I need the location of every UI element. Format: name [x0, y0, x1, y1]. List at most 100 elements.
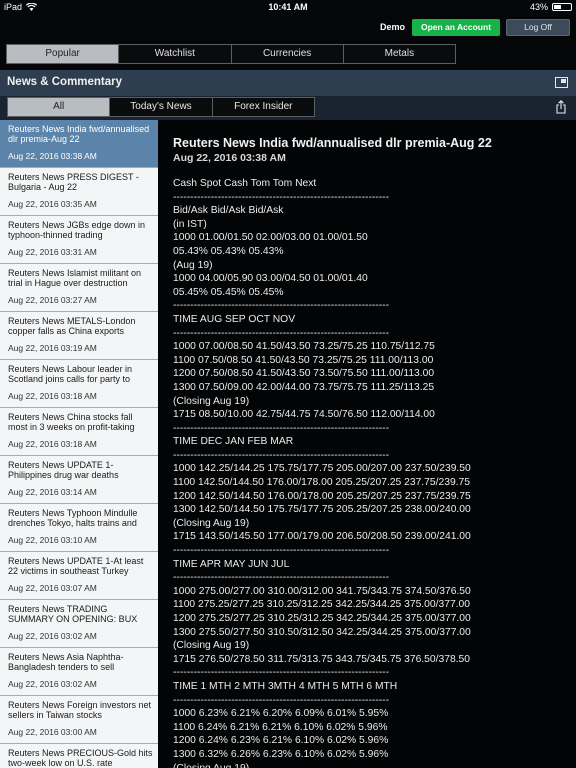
- article-line: 05.43% 05.43% 05.43%: [173, 245, 284, 257]
- list-item[interactable]: Reuters News PRESS DIGEST - Bulgaria - A…: [0, 168, 158, 216]
- article-line: TIME DEC JAN FEB MAR: [173, 436, 294, 448]
- tab-watchlist[interactable]: Watchlist: [119, 45, 232, 63]
- article-line: 1200 275.25/277.25 310.25/312.25 342.25/…: [173, 613, 471, 624]
- list-item[interactable]: Reuters News India fwd/annualised dlr pr…: [0, 120, 158, 168]
- article-line: Cash Spot Cash Tom Tom Next: [173, 178, 317, 189]
- list-item-headline: Reuters News Islamist militant on trial …: [8, 268, 142, 288]
- article-line: 1100 142.50/144.50 176.00/178.00 205.25/…: [173, 477, 470, 489]
- article-line: (Closing Aug 19): [173, 762, 576, 768]
- article-line: 1300 275.50/277.50 310.50/312.50 342.25/…: [173, 626, 471, 638]
- log-off-button[interactable]: Log Off: [506, 19, 570, 36]
- list-item-headline: Reuters News TRADING SUMMARY ON OPENING:…: [8, 604, 138, 624]
- article-line: TIME APR MAY JUN JUL: [173, 558, 290, 570]
- article-line: 1300 07.50/09.00 42.00/44.00 73.75/75.75…: [173, 381, 435, 393]
- article-line: ----------------------------------------…: [173, 191, 390, 203]
- list-item-headline: Reuters News PRESS DIGEST - Bulgaria - A…: [8, 172, 139, 192]
- article-line: ----------------------------------------…: [173, 300, 390, 312]
- open-account-button[interactable]: Open an Account: [412, 19, 500, 36]
- article-title: Reuters News India fwd/annualised dlr pr…: [173, 136, 492, 150]
- battery-fill: [554, 5, 561, 9]
- article-line: 1100 6.24% 6.21% 6.21% 6.10% 6.02% 5.96%: [173, 721, 388, 733]
- article-line: (in IST): [173, 218, 207, 230]
- list-item-date: Aug 22, 2016 03:18 AM: [8, 391, 97, 401]
- list-item[interactable]: Reuters News Islamist militant on trial …: [0, 264, 158, 312]
- article-date: Aug 22, 2016 03:38 AM: [173, 152, 286, 164]
- list-item-date: Aug 22, 2016 03:38 AM: [8, 151, 97, 161]
- article-line: 1200 142.50/144.50 176.00/178.00 205.25/…: [173, 490, 471, 502]
- article-line: ----------------------------------------…: [173, 327, 390, 339]
- list-item-headline: Reuters News Labour leader in Scotland j…: [8, 364, 133, 384]
- article-line: 1000 6.23% 6.21% 6.20% 6.09% 6.01% 5.95%: [173, 708, 389, 720]
- list-item-date: Aug 22, 2016 03:07 AM: [8, 583, 97, 593]
- news-title: News & Commentary: [7, 76, 123, 88]
- demo-label: Demo: [379, 22, 405, 32]
- article-line: (Closing Aug 19): [173, 640, 250, 652]
- article-body: Cash Spot Cash Tom Tom Next -------------…: [173, 177, 576, 768]
- list-item-headline: Reuters News PRECIOUS-Gold hits two-week…: [8, 748, 153, 768]
- news-header: News & Commentary: [0, 70, 576, 96]
- article-line: 1200 07.50/08.50 41.50/43.50 73.50/75.50…: [173, 368, 435, 380]
- list-item-date: Aug 22, 2016 03:10 AM: [8, 535, 97, 545]
- list-item[interactable]: Reuters News Foreign investors net selle…: [0, 696, 158, 744]
- list-item[interactable]: Reuters News Asia Naphtha-Bangladesh ten…: [0, 648, 158, 696]
- article-line: 1715 276.50/278.50 311.75/313.75 343.75/…: [173, 653, 470, 665]
- article-line: 1715 143.50/145.50 177.00/179.00 206.50/…: [173, 531, 471, 543]
- news-list[interactable]: Reuters News India fwd/annualised dlr pr…: [0, 120, 158, 768]
- battery-icon: [552, 3, 572, 11]
- list-item-headline: Reuters News Foreign investors net selle…: [8, 700, 152, 720]
- battery-percent: 43%: [529, 2, 548, 12]
- article-line: ----------------------------------------…: [173, 422, 390, 434]
- list-item-headline: Reuters News China stocks fall most in 3…: [8, 412, 135, 432]
- tab-currencies[interactable]: Currencies: [231, 45, 344, 63]
- list-item-headline: Reuters News METALS-London copper falls …: [8, 316, 136, 336]
- list-item-headline: Reuters News India fwd/annualised dlr pr…: [8, 124, 150, 144]
- list-item-headline: Reuters News Typhoon Mindulle drenches T…: [8, 508, 138, 528]
- list-item[interactable]: Reuters News Labour leader in Scotland j…: [0, 360, 158, 408]
- list-item[interactable]: Reuters News Typhoon Mindulle drenches T…: [0, 504, 158, 552]
- tab-metals[interactable]: Metals: [343, 45, 455, 63]
- list-item[interactable]: Reuters News China stocks fall most in 3…: [0, 408, 158, 456]
- list-item[interactable]: Reuters News PRECIOUS-Gold hits two-week…: [0, 744, 158, 768]
- article-line: 1715 08.50/10.00 42.75/44.75 74.50/76.50…: [173, 409, 435, 421]
- list-item-date: Aug 22, 2016 03:35 AM: [8, 199, 97, 209]
- article-line: 1200 6.24% 6.23% 6.21% 6.10% 6.02% 5.96%: [173, 735, 389, 747]
- panel-toggle-icon[interactable]: [555, 77, 568, 88]
- tab-all[interactable]: All: [8, 98, 111, 116]
- article-line: ----------------------------------------…: [173, 667, 390, 679]
- list-item[interactable]: Reuters News METALS-London copper falls …: [0, 312, 158, 360]
- list-item-date: Aug 22, 2016 03:02 AM: [8, 679, 97, 689]
- list-item-date: Aug 22, 2016 03:00 AM: [8, 727, 97, 737]
- list-item[interactable]: Reuters News JGBs edge down in typhoon-t…: [0, 216, 158, 264]
- list-item-headline: Reuters News JGBs edge down in typhoon-t…: [8, 220, 146, 240]
- article-line: 1000 142.25/144.25 175.75/177.75 205.00/…: [173, 463, 471, 475]
- list-item-headline: Reuters News Asia Naphtha-Bangladesh ten…: [8, 652, 124, 672]
- list-item-headline: Reuters News UPDATE 1-Philippines drug w…: [8, 460, 119, 480]
- article-line: 1100 275.25/277.25 310.25/312.25 342.25/…: [173, 599, 470, 611]
- list-item[interactable]: Reuters News UPDATE 1-Philippines drug w…: [0, 456, 158, 504]
- article-line: TIME AUG SEP OCT NOV: [173, 313, 296, 325]
- tab-popular[interactable]: Popular: [7, 45, 120, 63]
- article-line: (Closing Aug 19): [173, 517, 250, 529]
- article-pane: Reuters News India fwd/annualised dlr pr…: [158, 120, 576, 768]
- article-line: ----------------------------------------…: [173, 449, 390, 461]
- article-line: Bid/Ask Bid/Ask Bid/Ask: [173, 205, 284, 217]
- list-item-date: Aug 22, 2016 03:02 AM: [8, 631, 97, 641]
- article-line: 1300 6.32% 6.26% 6.23% 6.10% 6.02% 5.96%: [173, 748, 389, 760]
- article-line: 1100 07.50/08.50 41.50/43.50 73.25/75.25…: [173, 354, 434, 366]
- list-item-headline: Reuters News UPDATE 1-At least 22 victim…: [8, 556, 144, 576]
- article-line: 05.45% 05.45% 05.45%: [173, 286, 284, 298]
- list-item-date: Aug 22, 2016 03:19 AM: [8, 343, 97, 353]
- main-tabs: Popular Watchlist Currencies Metals: [6, 44, 456, 64]
- article-line: 1000 01.00/01.50 02.00/03.00 01.00/01.50: [173, 232, 368, 244]
- list-item-date: Aug 22, 2016 03:14 AM: [8, 487, 97, 497]
- share-icon[interactable]: [556, 100, 566, 114]
- tab-forex-insider[interactable]: Forex Insider: [212, 98, 314, 116]
- status-right: 43%: [530, 2, 572, 12]
- list-item[interactable]: Reuters News UPDATE 1-At least 22 victim…: [0, 552, 158, 600]
- article-line: ----------------------------------------…: [173, 572, 390, 584]
- article-line: (Closing Aug 19): [173, 395, 250, 407]
- tab-todays-news[interactable]: Today's News: [110, 98, 213, 116]
- article-line: TIME 1 MTH 2 MTH 3MTH 4 MTH 5 MTH 6 MTH: [173, 680, 398, 692]
- list-item[interactable]: Reuters News TRADING SUMMARY ON OPENING:…: [0, 600, 158, 648]
- status-bar: iPad 10:41 AM 43%: [0, 0, 576, 16]
